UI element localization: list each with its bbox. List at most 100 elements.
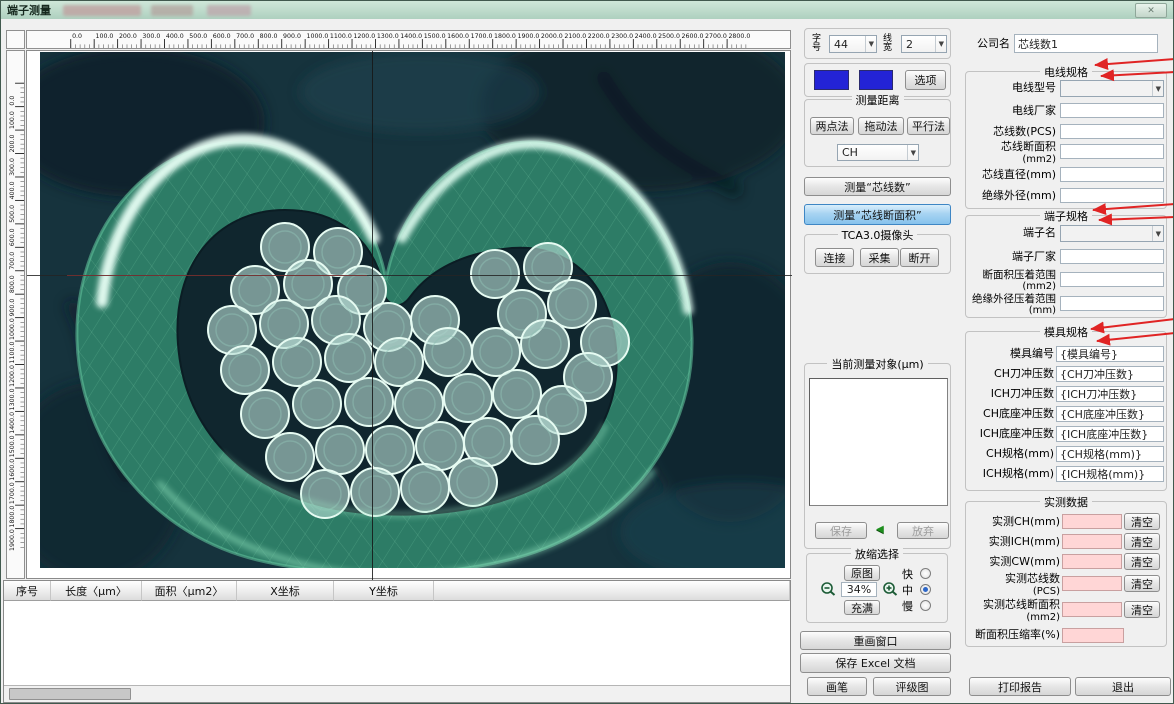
zoom-title: 放缩选择 [851,548,903,561]
wire-strand [510,415,560,465]
terminal-measure-window: 端子测量 ✕ 0.0 100.0 200.0 300.0 400.0 500.0 600.0… [0,0,1174,704]
ruler-label: 2500.0 [658,33,680,40]
field-label: 绝缘外径(mm) [981,188,1056,202]
parallel-method-button[interactable]: 平行法 [907,117,950,135]
ich-spec-input[interactable]: {ICH规格(mm)} [1056,466,1164,482]
line-width-select[interactable]: 2 ▼ [901,35,947,53]
ich-base-count-input[interactable]: {ICH底座冲压数} [1056,426,1164,442]
clear-button[interactable]: 清空 [1124,513,1160,530]
text-color-swatch[interactable] [859,70,893,90]
company-label: 公司名 [977,36,1010,50]
discard-measure-button[interactable]: 放弃 [897,522,949,539]
clear-button[interactable]: 清空 [1124,575,1160,592]
camera-connect-button[interactable]: 连接 [815,248,854,267]
ruler-label: 600.0 [213,33,231,40]
measured-core-count-input[interactable] [1062,576,1122,591]
measured-data-group: 实测数据 实测CH(mm) 清空 实测ICH(mm) 清空 实测CW(mm) 清… [965,496,1167,647]
ruler-label: 2400.0 [635,33,657,40]
green-arrow-icon: ◀ [876,524,884,535]
close-button[interactable]: ✕ [1135,3,1167,18]
company-input[interactable]: 芯线数1 [1014,34,1158,53]
ruler-label: 2800.0 [728,33,750,40]
wire-model-select[interactable]: ▼ [1060,80,1164,97]
chevron-down-icon: ▼ [1151,81,1161,96]
wire-maker-input[interactable] [1060,103,1164,118]
measured-ich-input[interactable] [1062,534,1122,549]
font-size-select[interactable]: 44 ▼ [829,35,877,53]
wire-strand [423,327,473,377]
core-count-input[interactable] [1060,124,1164,139]
fit-button[interactable]: 充满 [844,600,880,615]
camera-disconnect-button[interactable]: 断开 [900,248,939,267]
speed-mid-radio[interactable] [920,584,931,595]
pen-button[interactable]: 画笔 [807,677,867,696]
exit-button[interactable]: 退出 [1075,677,1171,696]
clear-button[interactable]: 清空 [1124,601,1160,618]
ch-base-count-input[interactable]: {CH底座冲压数} [1056,406,1164,422]
measure-core-count-button[interactable]: 测量“芯线数” [804,177,951,196]
col-header-y[interactable]: Y坐标 [334,581,434,601]
speed-slow-radio[interactable] [920,600,931,611]
wire-strand [240,389,290,439]
camera-title: TCA3.0摄像头 [837,229,918,242]
line-color-swatch[interactable] [814,70,849,90]
crimp-area-range-input[interactable] [1060,272,1164,287]
print-report-button[interactable]: 打印报告 [969,677,1071,696]
ruler-label: 1300.0 [377,33,399,40]
speed-fast-radio[interactable] [920,568,931,579]
zoom-percent-value[interactable]: 34% [841,582,877,597]
ruler-label: 100.0 [96,33,114,40]
original-size-button[interactable]: 原图 [844,565,880,581]
speed-slow-label: 慢 [902,600,913,613]
options-button[interactable]: 选项 [905,70,946,90]
col-header-index[interactable]: 序号 [4,581,51,601]
drag-method-button[interactable]: 拖动法 [858,117,904,135]
insulation-crimp-range-input[interactable] [1060,296,1164,311]
measured-cw-input[interactable] [1062,554,1122,569]
col-header-x[interactable]: X坐标 [237,581,334,601]
measured-core-area-input[interactable] [1062,602,1122,617]
ch-spec-input[interactable]: {CH规格(mm)} [1056,446,1164,462]
rating-chart-button[interactable]: 评级图 [873,677,951,696]
zoom-out-icon[interactable] [819,581,837,597]
channel-select[interactable]: CH ▼ [837,144,919,161]
clear-button[interactable]: 清空 [1124,533,1160,550]
ich-punch-count-input[interactable]: {ICH刀冲压数} [1056,386,1164,402]
ch-punch-count-input[interactable]: {CH刀冲压数} [1056,366,1164,382]
table-header-blank [434,581,790,601]
wire-strand [292,379,342,429]
image-canvas[interactable] [26,50,792,580]
measured-ch-input[interactable] [1062,514,1122,529]
wire-strand [470,249,520,299]
terminal-maker-input[interactable] [1060,249,1164,264]
terminal-name-select[interactable]: ▼ [1060,225,1164,242]
col-header-area[interactable]: 面积〈μm2〉 [142,581,237,601]
line-width-label: 线宽 [883,34,893,53]
compression-rate-input[interactable] [1062,628,1124,643]
core-area-input[interactable] [1060,144,1164,159]
core-diameter-input[interactable] [1060,167,1164,182]
measure-core-area-button[interactable]: 测量“芯线断面积” [804,204,951,225]
col-header-length[interactable]: 长度〈μm〉 [51,581,142,601]
scrollbar-thumb[interactable] [9,688,131,700]
zoom-in-icon[interactable] [881,581,899,597]
clear-button[interactable]: 清空 [1124,553,1160,570]
zoom-group: 放缩选择 原图 34% 充满 快 中 慢 [806,548,948,623]
field-label: 实测ICH(mm) [988,534,1060,548]
mold-number-input[interactable]: {模具编号} [1056,346,1164,362]
wire-strand [365,425,415,475]
save-measure-button[interactable]: 保存 [815,522,867,539]
table-body[interactable] [4,601,790,685]
save-excel-button[interactable]: 保存 Excel 文档 [800,653,951,673]
two-point-method-button[interactable]: 两点法 [810,117,854,135]
horizontal-scrollbar[interactable] [4,685,790,702]
camera-capture-button[interactable]: 采集 [860,248,899,267]
insulation-od-input[interactable] [1060,188,1164,203]
field-label: 绝缘外径压着范围 (mm) [972,292,1056,317]
ruler-label: 700.0 [9,252,16,270]
ruler-label: 2100.0 [564,33,586,40]
font-size-label: 字号 [812,34,822,53]
measure-object-list[interactable] [809,378,948,506]
redraw-window-button[interactable]: 重画窗口 [800,631,951,650]
ruler-label: 1600.0 [9,459,16,481]
